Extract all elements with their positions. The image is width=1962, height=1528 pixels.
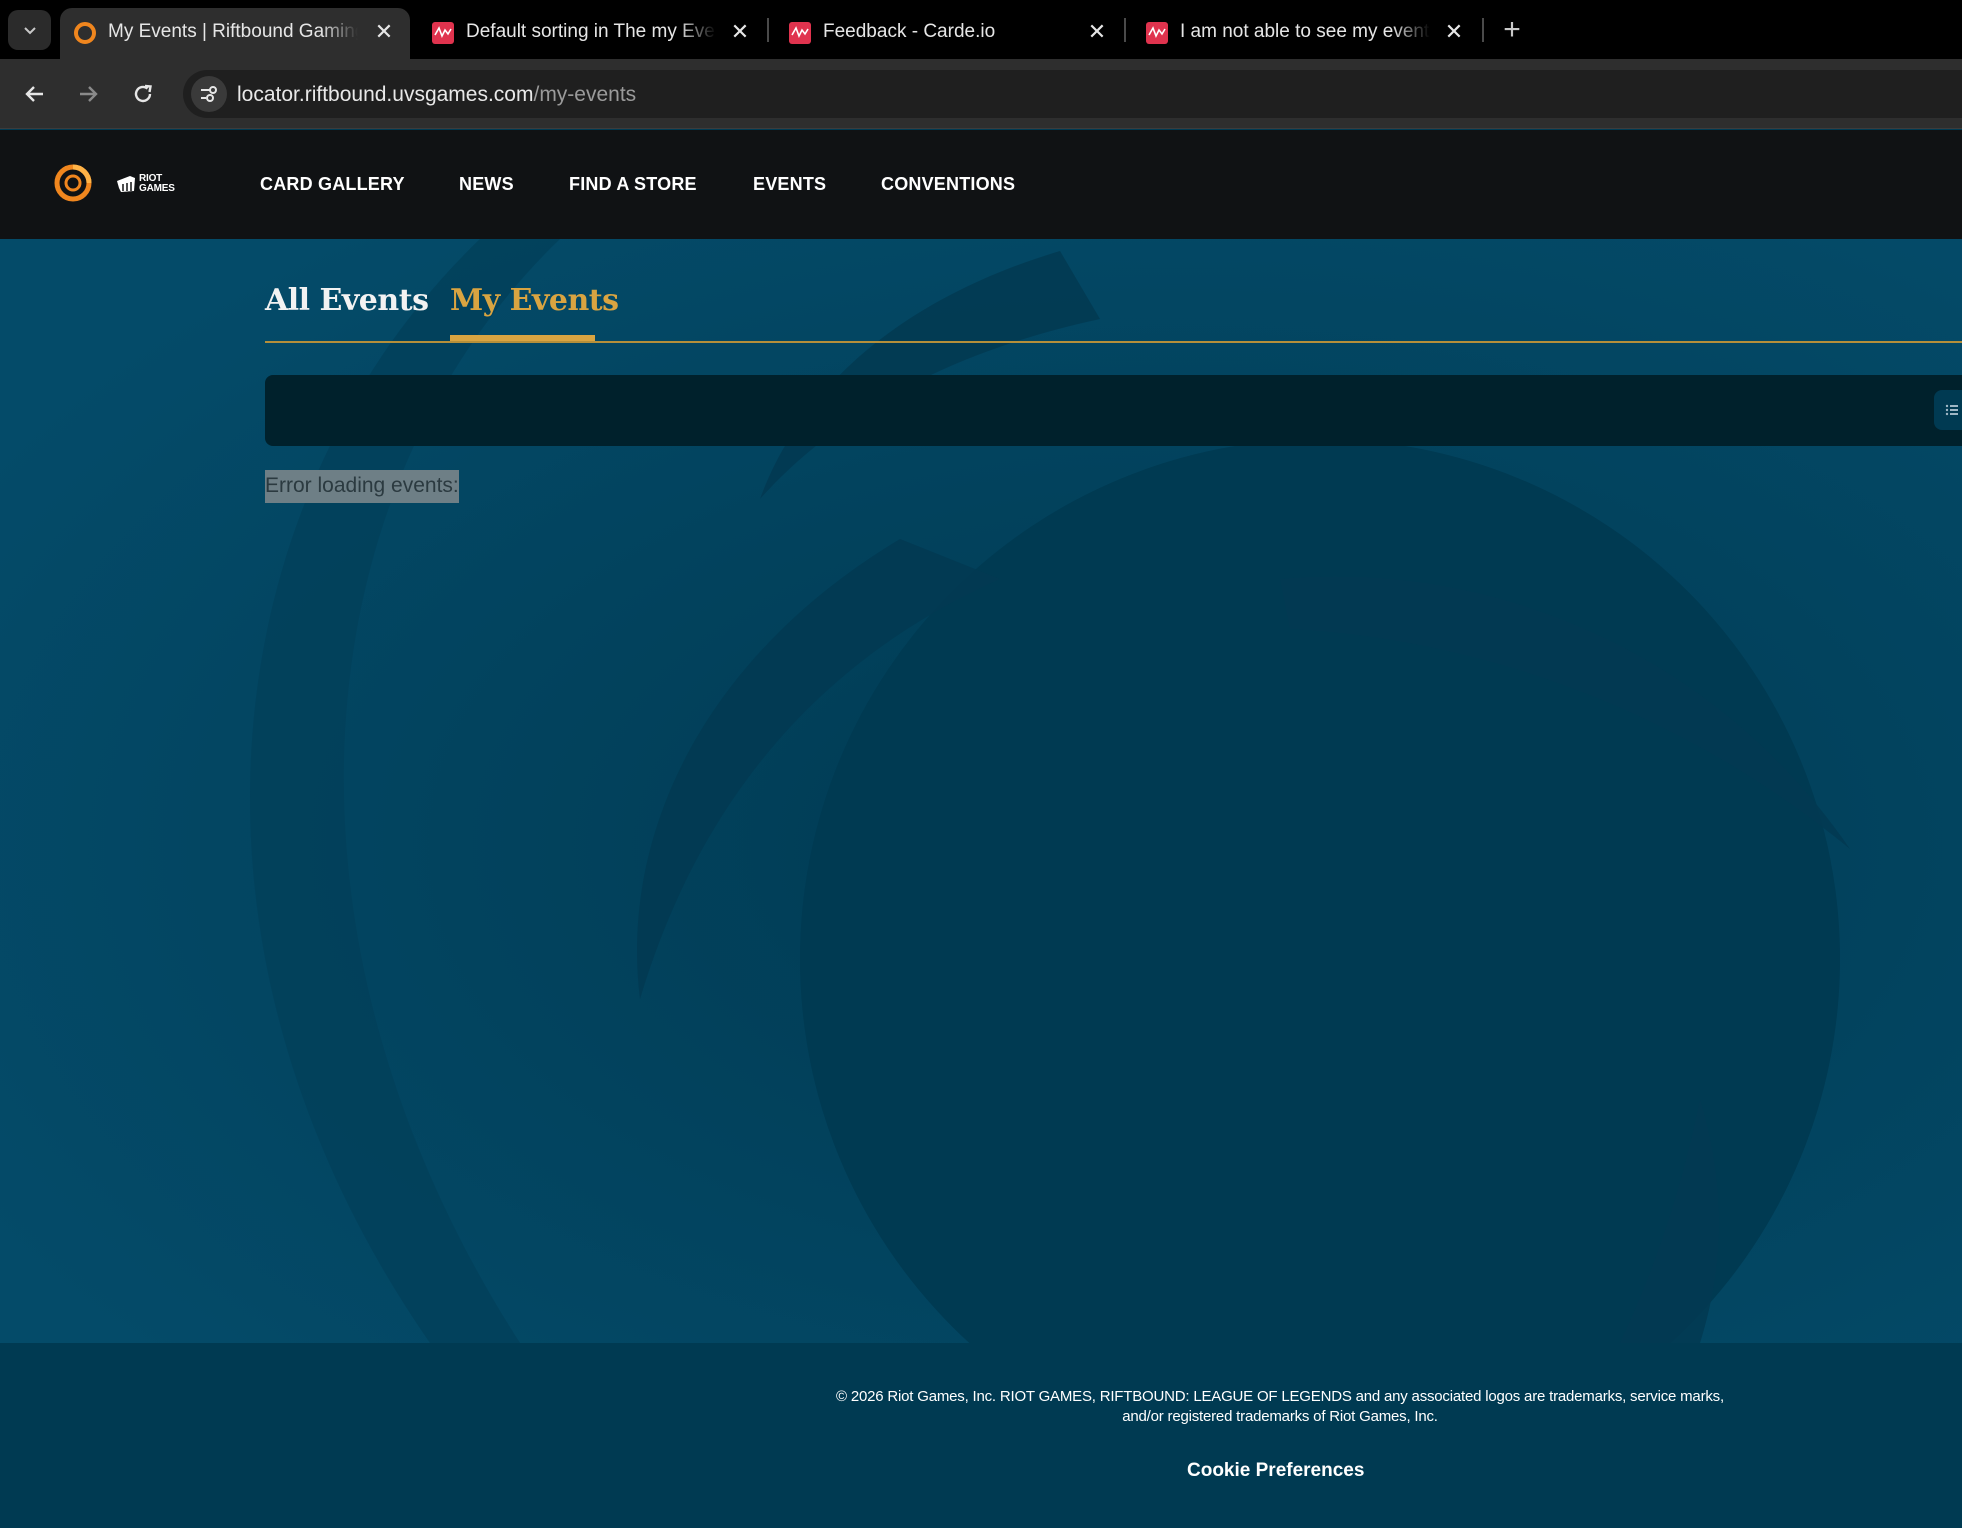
close-tab-icon[interactable]: ✕ bbox=[726, 18, 754, 46]
arrow-right-icon bbox=[80, 86, 98, 102]
tab-title: Default sorting in The my Events page bbox=[466, 21, 716, 42]
reload-button[interactable] bbox=[124, 75, 162, 113]
view-toggle-button[interactable] bbox=[1934, 390, 1962, 430]
riot-games-logo[interactable]: RIOT GAMES bbox=[116, 173, 179, 195]
tab-title: My Events | Riftbound Gaming Locator bbox=[108, 21, 358, 42]
error-message: Error loading events: bbox=[265, 470, 459, 503]
list-icon bbox=[1945, 404, 1958, 416]
chevron-down-icon bbox=[23, 27, 36, 35]
events-tabs: All Events My Events bbox=[265, 239, 1962, 343]
legal-line-2: and/or registered trademarks of Riot Gam… bbox=[1122, 1408, 1438, 1425]
riftbound-icon bbox=[74, 22, 96, 44]
main-content: All Events My Events Error loading event… bbox=[0, 239, 1962, 1343]
nav-card-gallery[interactable]: CARD GALLERY bbox=[260, 174, 405, 195]
forward-button[interactable] bbox=[69, 75, 107, 113]
tab-title: Feedback - Carde.io bbox=[823, 21, 996, 42]
browser-tab-my-events[interactable]: My Events | Riftbound Gaming Locator ✕ bbox=[60, 8, 410, 59]
nav-news[interactable]: NEWS bbox=[459, 174, 514, 195]
site-header: RIOT GAMES CARD GALLERY NEWS FIND A STOR… bbox=[0, 130, 1962, 239]
nav-conventions[interactable]: CONVENTIONS bbox=[881, 174, 1015, 195]
tab-separator bbox=[767, 18, 769, 42]
url-host: locator.riftbound.uvsgames.com bbox=[237, 83, 534, 106]
legal-line-1: © 2026 Riot Games, Inc. RIOT GAMES, RIFT… bbox=[836, 1388, 1724, 1405]
url-text: locator.riftbound.uvsgames.com/my-events bbox=[237, 83, 636, 107]
back-button[interactable] bbox=[16, 75, 54, 113]
riot-logo-text: RIOT GAMES bbox=[139, 173, 175, 194]
browser-tab-default-sorting[interactable]: Default sorting in The my Events page ✕ bbox=[418, 8, 758, 59]
nav-events[interactable]: EVENTS bbox=[753, 174, 826, 195]
active-tab-indicator bbox=[450, 335, 595, 341]
nav-find-a-store[interactable]: FIND A STORE bbox=[569, 174, 697, 195]
close-tab-icon[interactable]: ✕ bbox=[370, 18, 398, 46]
new-tab-button[interactable]: + bbox=[1494, 12, 1530, 48]
cookie-preferences-link[interactable]: Cookie Preferences bbox=[1187, 1460, 1364, 1482]
tab-my-events[interactable]: My Events bbox=[450, 283, 619, 318]
close-tab-icon[interactable]: ✕ bbox=[1440, 18, 1468, 46]
filter-bar bbox=[265, 375, 1962, 446]
browser-tab-not-able[interactable]: I am not able to see my events. ✕ bbox=[1132, 8, 1477, 59]
browser-tab-feedback[interactable]: Feedback - Carde.io ✕ bbox=[775, 8, 1115, 59]
site-info-button[interactable] bbox=[191, 76, 227, 112]
tab-separator bbox=[1124, 18, 1126, 42]
carde-icon bbox=[789, 22, 811, 44]
site-footer: © 2026 Riot Games, Inc. RIOT GAMES, RIFT… bbox=[0, 1343, 1962, 1528]
tune-icon bbox=[201, 86, 217, 102]
browser-toolbar: locator.riftbound.uvsgames.com/my-events bbox=[0, 59, 1962, 129]
reload-icon bbox=[134, 84, 152, 103]
arrow-left-icon bbox=[25, 86, 43, 102]
tab-all-events[interactable]: All Events bbox=[265, 283, 429, 318]
close-tab-icon[interactable]: ✕ bbox=[1083, 18, 1111, 46]
address-bar[interactable]: locator.riftbound.uvsgames.com/my-events bbox=[183, 70, 1962, 118]
carde-icon bbox=[1146, 22, 1168, 44]
tab-title: I am not able to see my events. bbox=[1180, 21, 1430, 42]
url-path: /my-events bbox=[533, 83, 637, 106]
tab-separator bbox=[1482, 18, 1484, 42]
riftbound-logo-icon[interactable] bbox=[52, 162, 94, 204]
plus-icon: + bbox=[1503, 13, 1521, 46]
legal-notice: © 2026 Riot Games, Inc. RIOT GAMES, RIFT… bbox=[820, 1387, 1740, 1427]
riot-fist-icon bbox=[117, 176, 135, 192]
tab-search-button[interactable] bbox=[8, 10, 51, 50]
browser-tab-strip: My Events | Riftbound Gaming Locator ✕ D… bbox=[0, 0, 1962, 59]
carde-icon bbox=[432, 22, 454, 44]
